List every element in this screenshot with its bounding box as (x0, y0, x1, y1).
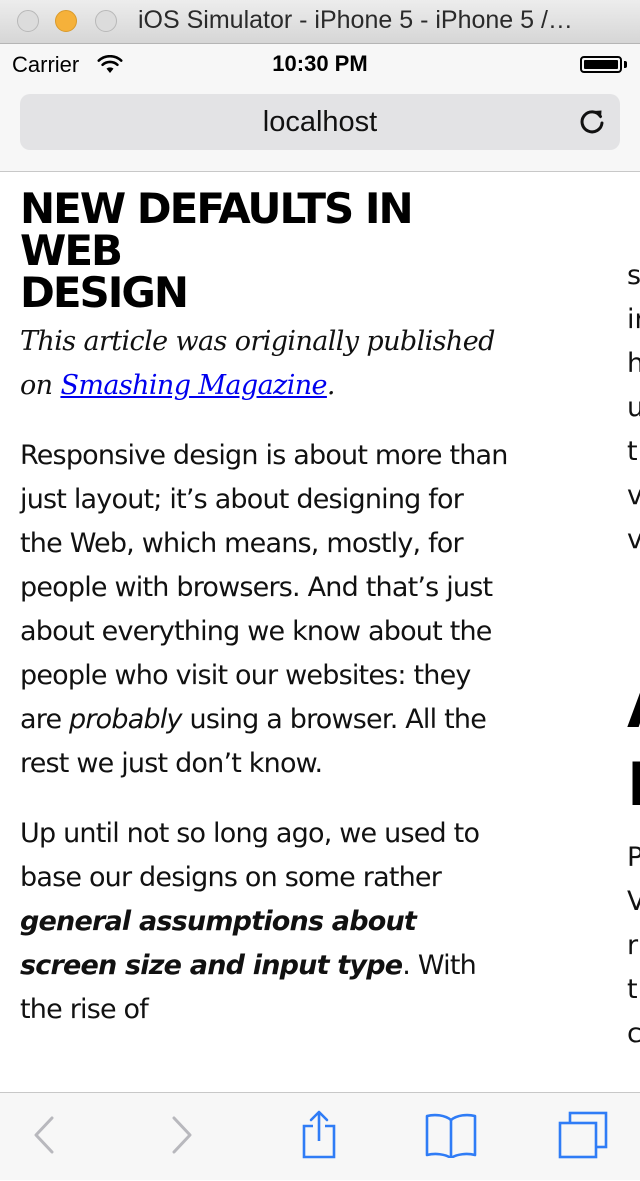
article-intro: This article was originally published on… (20, 320, 510, 408)
web-content[interactable]: NEW DEFAULTS IN WEB DESIGN This article … (0, 172, 640, 1092)
col2-heading-char: L (627, 750, 640, 820)
reload-icon[interactable] (576, 106, 608, 143)
forward-button[interactable] (160, 1093, 204, 1181)
paragraph-2: Up until not so long ago, we used to bas… (20, 812, 510, 1032)
share-icon (299, 1110, 339, 1165)
paragraph-2-strong: general assumptions about screen size an… (20, 906, 417, 981)
status-bar: Carrier 10:30 PM (0, 44, 640, 84)
col2-line: u (627, 392, 640, 423)
tabs-icon (556, 1111, 610, 1164)
paragraph-1-emphasis: probably (69, 704, 182, 735)
intro-end: . (326, 370, 336, 401)
back-button[interactable] (22, 1093, 66, 1181)
window-close-button[interactable] (17, 10, 39, 32)
paragraph-2-text-a: Up until not so long ago, we used to bas… (20, 818, 480, 893)
article-title-line-2: DESIGN (20, 268, 189, 317)
battery-tip (624, 61, 627, 68)
back-icon (32, 1115, 56, 1160)
paragraph-1-text-a: Responsive design is about more than jus… (20, 440, 508, 735)
forward-icon (170, 1115, 194, 1160)
window-minimize-button[interactable] (55, 10, 77, 32)
paragraph-1: Responsive design is about more than jus… (20, 434, 510, 786)
bookmarks-icon (424, 1112, 478, 1163)
col2-line: t (627, 436, 638, 467)
window-title: iOS Simulator - iPhone 5 - iPhone 5 /… (138, 6, 573, 34)
col2-line: c (627, 1018, 640, 1049)
col2-line: v (627, 524, 640, 555)
bookmarks-button[interactable] (422, 1093, 480, 1181)
col2-line: t (627, 974, 638, 1005)
col2-line: ir (627, 304, 640, 335)
window-title-bar: iOS Simulator - iPhone 5 - iPhone 5 /… (0, 0, 640, 44)
smashing-magazine-link[interactable]: Smashing Magazine (60, 370, 327, 401)
share-button[interactable] (294, 1093, 344, 1181)
col2-line: r (627, 930, 639, 961)
address-bar[interactable]: localhost (20, 94, 620, 150)
col2-line: h (627, 348, 640, 379)
address-text[interactable]: localhost (20, 106, 620, 139)
window-zoom-button[interactable] (95, 10, 117, 32)
tabs-button[interactable] (554, 1093, 612, 1181)
status-time: 10:30 PM (272, 51, 368, 76)
battery-icon (580, 56, 622, 73)
article-title: NEW DEFAULTS IN WEB DESIGN (20, 188, 510, 314)
article-column: NEW DEFAULTS IN WEB DESIGN This article … (20, 188, 510, 1032)
col2-line: V (627, 886, 640, 917)
browser-nav-bar: localhost (0, 84, 640, 172)
article-title-line-1: NEW DEFAULTS IN WEB (20, 184, 414, 275)
battery-level (584, 60, 618, 69)
col2-line: s (627, 260, 640, 291)
col2-heading-char: A (627, 672, 640, 742)
col2-line: P (627, 842, 640, 873)
browser-toolbar (0, 1092, 640, 1180)
col2-line: v (627, 480, 640, 511)
